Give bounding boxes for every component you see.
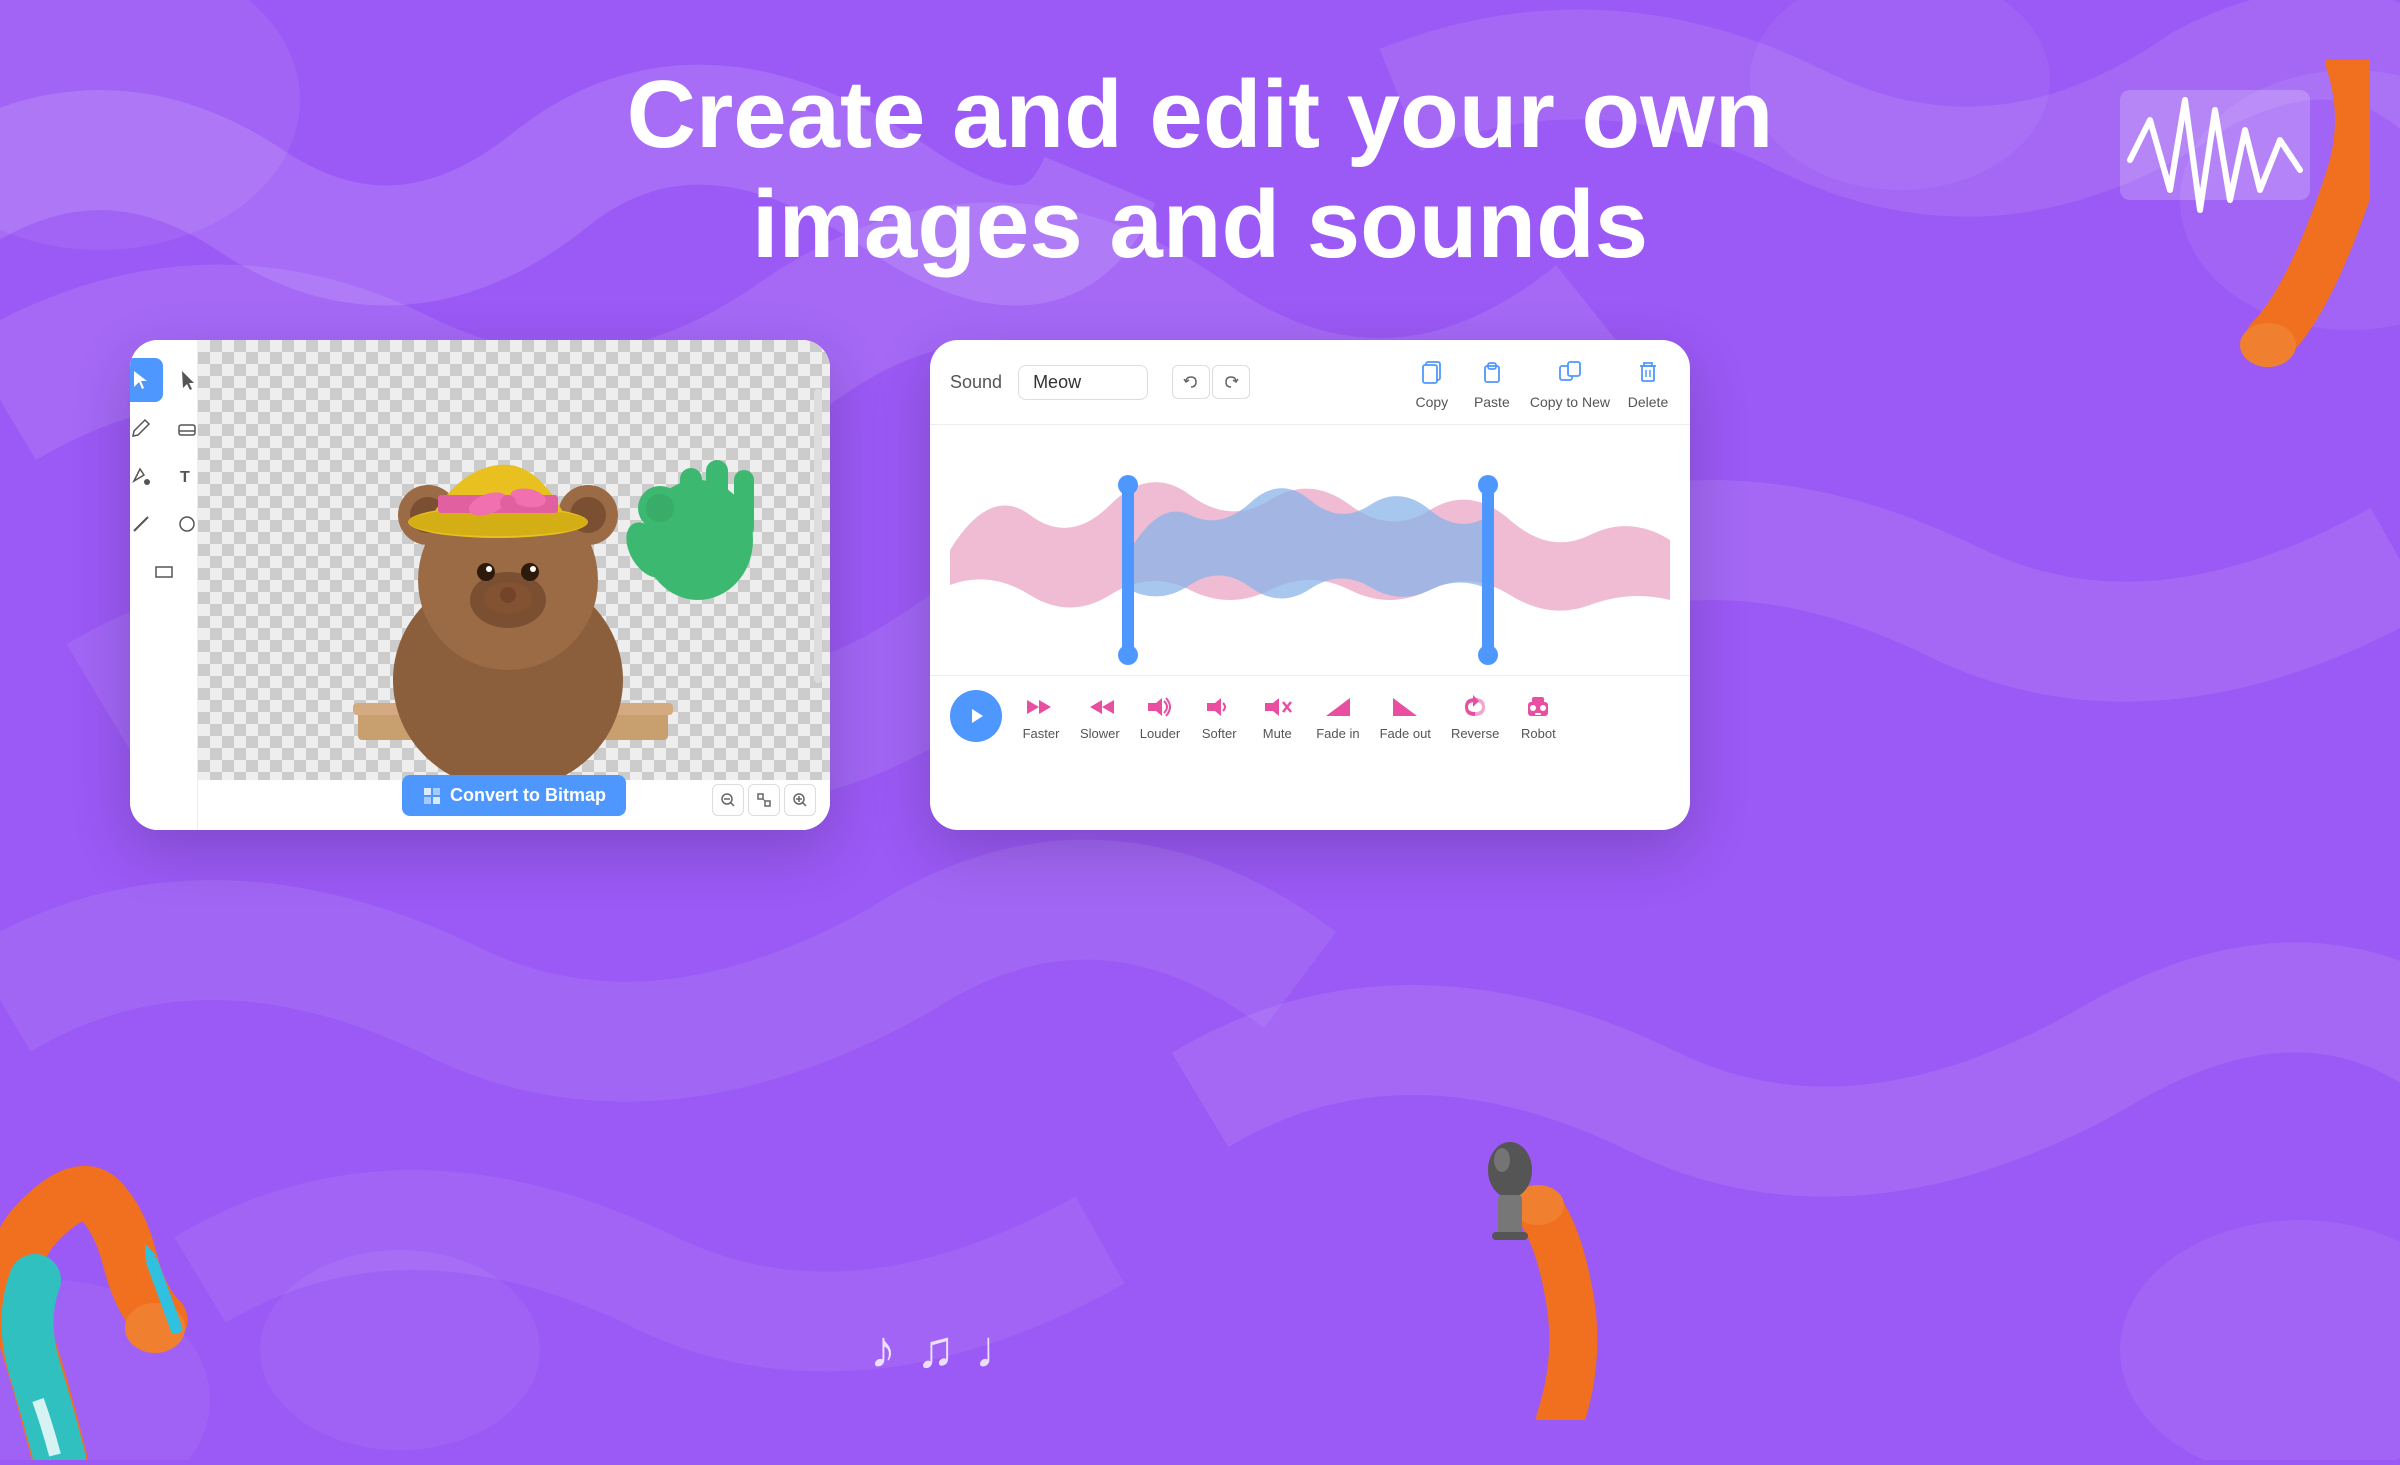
redo-button[interactable] xyxy=(1212,365,1250,399)
softer-icon xyxy=(1200,692,1238,722)
robot-icon xyxy=(1519,692,1557,722)
slower-label: Slower xyxy=(1080,726,1120,741)
note-3: ♩ xyxy=(975,1320,1027,1380)
canvas-scrollbar[interactable] xyxy=(814,389,822,683)
delete-icon xyxy=(1626,354,1670,390)
softer-label: Softer xyxy=(1202,726,1237,741)
page-title: Create and edit your own images and soun… xyxy=(0,60,2400,281)
sound-editor-panel: Sound Copy Paste xyxy=(930,340,1690,830)
note-1: ♪ xyxy=(870,1320,896,1380)
waveform-display[interactable] xyxy=(930,425,1690,675)
fade-out-label: Fade out xyxy=(1380,726,1431,741)
image-toolbar: T xyxy=(130,340,198,830)
faster-label: Faster xyxy=(1023,726,1060,741)
select-tool[interactable] xyxy=(130,358,163,402)
decorative-right-arm-bottom xyxy=(1380,1120,1600,1420)
louder-button[interactable]: Louder xyxy=(1140,692,1180,741)
fade-in-button[interactable]: Fade in xyxy=(1316,692,1359,741)
rectangle-tool[interactable] xyxy=(142,550,186,594)
robot-label: Robot xyxy=(1521,726,1556,741)
louder-label: Louder xyxy=(1140,726,1180,741)
copy-to-new-label: Copy to New xyxy=(1530,394,1610,410)
reverse-icon xyxy=(1456,692,1494,722)
undo-redo-buttons xyxy=(1172,365,1250,399)
sound-name-input[interactable] xyxy=(1018,365,1148,400)
mute-button[interactable]: Mute xyxy=(1258,692,1296,741)
paste-action[interactable]: Paste xyxy=(1470,354,1514,410)
slower-button[interactable]: Slower xyxy=(1080,692,1120,741)
fade-out-icon xyxy=(1386,692,1424,722)
reverse-button[interactable]: Reverse xyxy=(1451,692,1499,741)
sound-effects-toolbar: Faster Slower Louder Softer xyxy=(930,675,1690,756)
zoom-fit-button[interactable] xyxy=(748,784,780,816)
sound-label: Sound xyxy=(950,372,1002,393)
reverse-label: Reverse xyxy=(1451,726,1499,741)
fade-in-icon xyxy=(1319,692,1357,722)
fade-out-button[interactable]: Fade out xyxy=(1380,692,1431,741)
decorative-right-arm-top xyxy=(2070,60,2370,400)
line-tool[interactable] xyxy=(130,502,163,546)
delete-action[interactable]: Delete xyxy=(1626,354,1670,410)
sound-toolbar: Sound Copy Paste xyxy=(930,340,1690,425)
sound-actions: Copy Paste Copy to New Del xyxy=(1410,354,1670,410)
delete-label: Delete xyxy=(1628,394,1668,410)
decorative-musical-notes: ♪ ♫ ♩ xyxy=(870,1320,1027,1380)
faster-icon xyxy=(1022,692,1060,722)
play-button[interactable] xyxy=(950,690,1002,742)
fade-in-label: Fade in xyxy=(1316,726,1359,741)
decorative-left-arm xyxy=(0,1060,280,1460)
undo-button[interactable] xyxy=(1172,365,1210,399)
zoom-controls xyxy=(712,784,816,816)
fill-tool[interactable] xyxy=(130,454,163,498)
svg-text:T: T xyxy=(180,469,190,486)
zoom-out-button[interactable] xyxy=(712,784,744,816)
louder-icon xyxy=(1141,692,1179,722)
note-2: ♫ xyxy=(916,1320,955,1380)
zoom-in-button[interactable] xyxy=(784,784,816,816)
convert-bitmap-button[interactable]: Convert to Bitmap xyxy=(402,775,626,816)
faster-button[interactable]: Faster xyxy=(1022,692,1060,741)
copy-label: Copy xyxy=(1416,394,1449,410)
image-canvas: Convert to Bitmap xyxy=(198,340,830,830)
mute-icon xyxy=(1258,692,1296,722)
copy-icon xyxy=(1410,354,1454,390)
copy-to-new-action[interactable]: Copy to New xyxy=(1530,354,1610,410)
copy-to-new-icon xyxy=(1548,354,1592,390)
softer-button[interactable]: Softer xyxy=(1200,692,1238,741)
image-editor-panel: T xyxy=(130,340,830,830)
robot-button[interactable]: Robot xyxy=(1519,692,1557,741)
mute-label: Mute xyxy=(1263,726,1292,741)
pencil-tool[interactable] xyxy=(130,406,163,450)
paste-icon xyxy=(1470,354,1514,390)
copy-action[interactable]: Copy xyxy=(1410,354,1454,410)
paste-label: Paste xyxy=(1474,394,1510,410)
slower-icon xyxy=(1081,692,1119,722)
